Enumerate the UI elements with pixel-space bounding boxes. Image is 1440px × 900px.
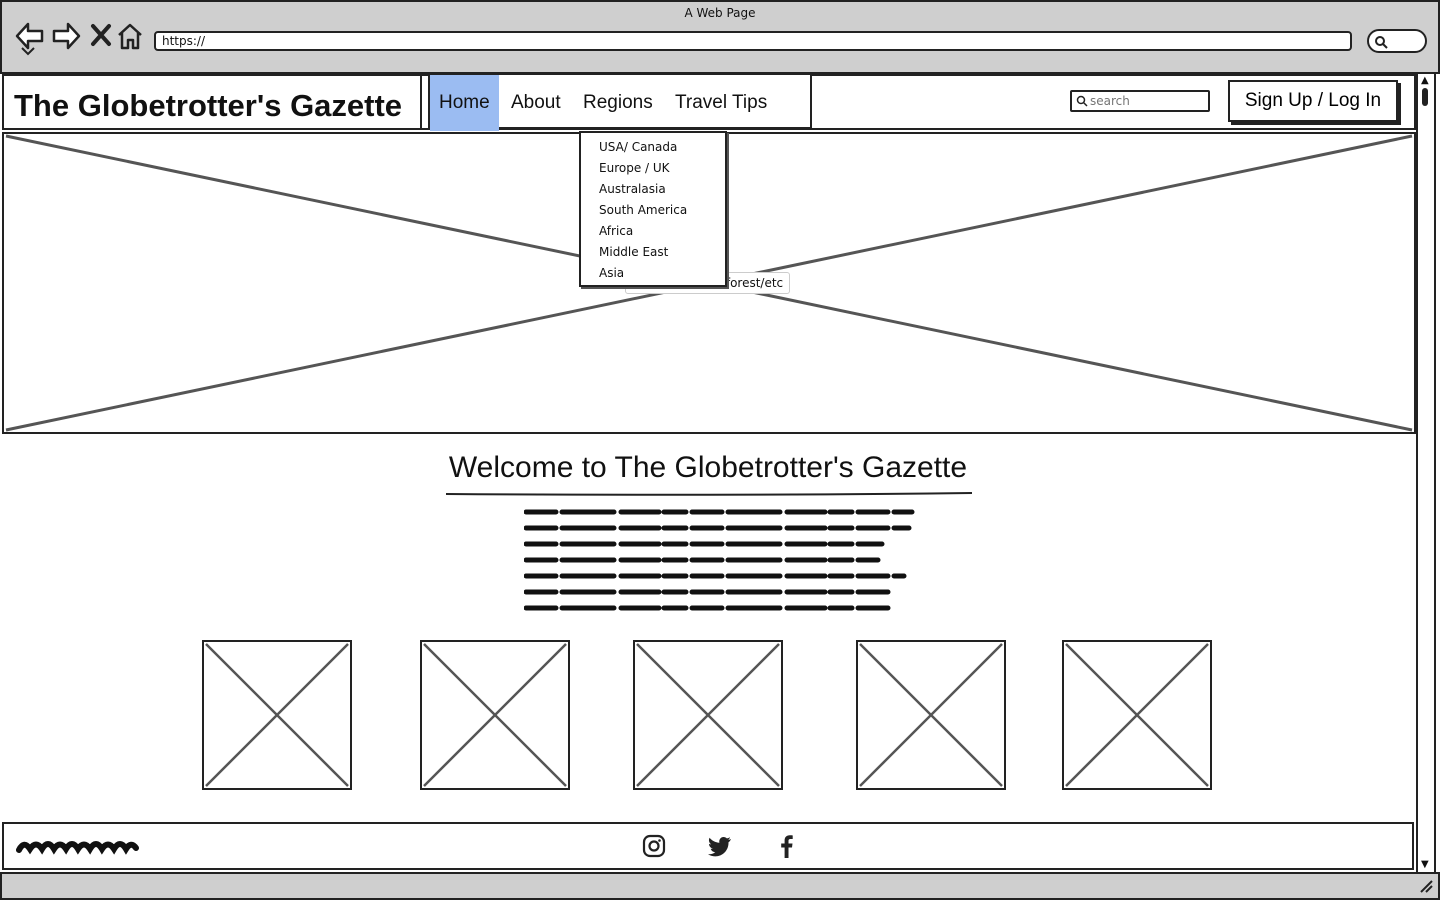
dropdown-item-south-america[interactable]: South America	[599, 202, 725, 223]
scroll-down-icon[interactable]: ▼	[1421, 860, 1429, 870]
url-bar[interactable]: https://	[154, 31, 1352, 51]
header-divider	[420, 74, 422, 130]
image-placeholder-icon	[859, 643, 1003, 787]
back-icon[interactable]	[14, 22, 44, 56]
welcome-heading: Welcome to The Globetrotter's Gazette	[448, 451, 968, 484]
dropdown-item-australasia[interactable]: Australasia	[599, 181, 725, 202]
placeholder-paragraph-scribble	[524, 509, 915, 611]
thumbnail-image-3[interactable]	[633, 640, 783, 790]
browser-search-field[interactable]	[1367, 29, 1427, 53]
nav-item-regions[interactable]: Regions	[574, 75, 662, 131]
dropdown-item-usa-canada[interactable]: USA/ Canada	[599, 139, 725, 160]
resize-grip-icon[interactable]	[1418, 878, 1434, 894]
image-placeholder-icon	[636, 643, 780, 787]
nav-item-home[interactable]: Home	[430, 75, 499, 131]
forward-icon[interactable]	[52, 22, 82, 52]
heading-underline	[445, 492, 973, 496]
dropdown-item-europe-uk[interactable]: Europe / UK	[599, 160, 725, 181]
dropdown-item-asia[interactable]: Asia	[599, 265, 725, 286]
vertical-scrollbar[interactable]: ▲ ▼	[1416, 74, 1436, 872]
home-icon[interactable]	[116, 22, 146, 52]
nav-item-about[interactable]: About	[502, 75, 570, 131]
image-placeholder-icon	[1065, 643, 1209, 787]
dropdown-item-africa[interactable]: Africa	[599, 223, 725, 244]
thumbnail-image-1[interactable]	[202, 640, 352, 790]
scroll-up-icon[interactable]: ▲	[1421, 76, 1429, 86]
thumbnail-image-5[interactable]	[1062, 640, 1212, 790]
window-title: A Web Page	[684, 6, 756, 20]
footer-logo-scribble	[16, 841, 139, 855]
thumbnail-image-4[interactable]	[856, 640, 1006, 790]
main-nav: Home About Regions Travel Tips	[428, 73, 812, 131]
instagram-icon[interactable]	[640, 832, 668, 860]
twitter-icon[interactable]	[706, 832, 734, 860]
search-icon	[1076, 95, 1088, 107]
signup-login-button[interactable]: Sign Up / Log In	[1228, 80, 1398, 122]
image-placeholder-icon	[205, 643, 349, 787]
regions-dropdown-menu: USA/ Canada Europe / UK Australasia Sout…	[579, 131, 727, 287]
dropdown-item-middle-east[interactable]: Middle East	[599, 244, 725, 265]
scroll-thumb[interactable]	[1422, 88, 1428, 106]
site-title: The Globetrotter's Gazette	[14, 88, 403, 123]
search-input[interactable]	[1090, 93, 1204, 109]
site-search-box[interactable]	[1070, 90, 1210, 112]
thumbnail-image-2[interactable]	[420, 640, 570, 790]
browser-status-bar	[0, 872, 1440, 900]
facebook-icon[interactable]	[773, 832, 801, 860]
search-icon	[1375, 36, 1388, 49]
nav-item-travel-tips[interactable]: Travel Tips	[666, 75, 776, 131]
image-placeholder-icon	[423, 643, 567, 787]
